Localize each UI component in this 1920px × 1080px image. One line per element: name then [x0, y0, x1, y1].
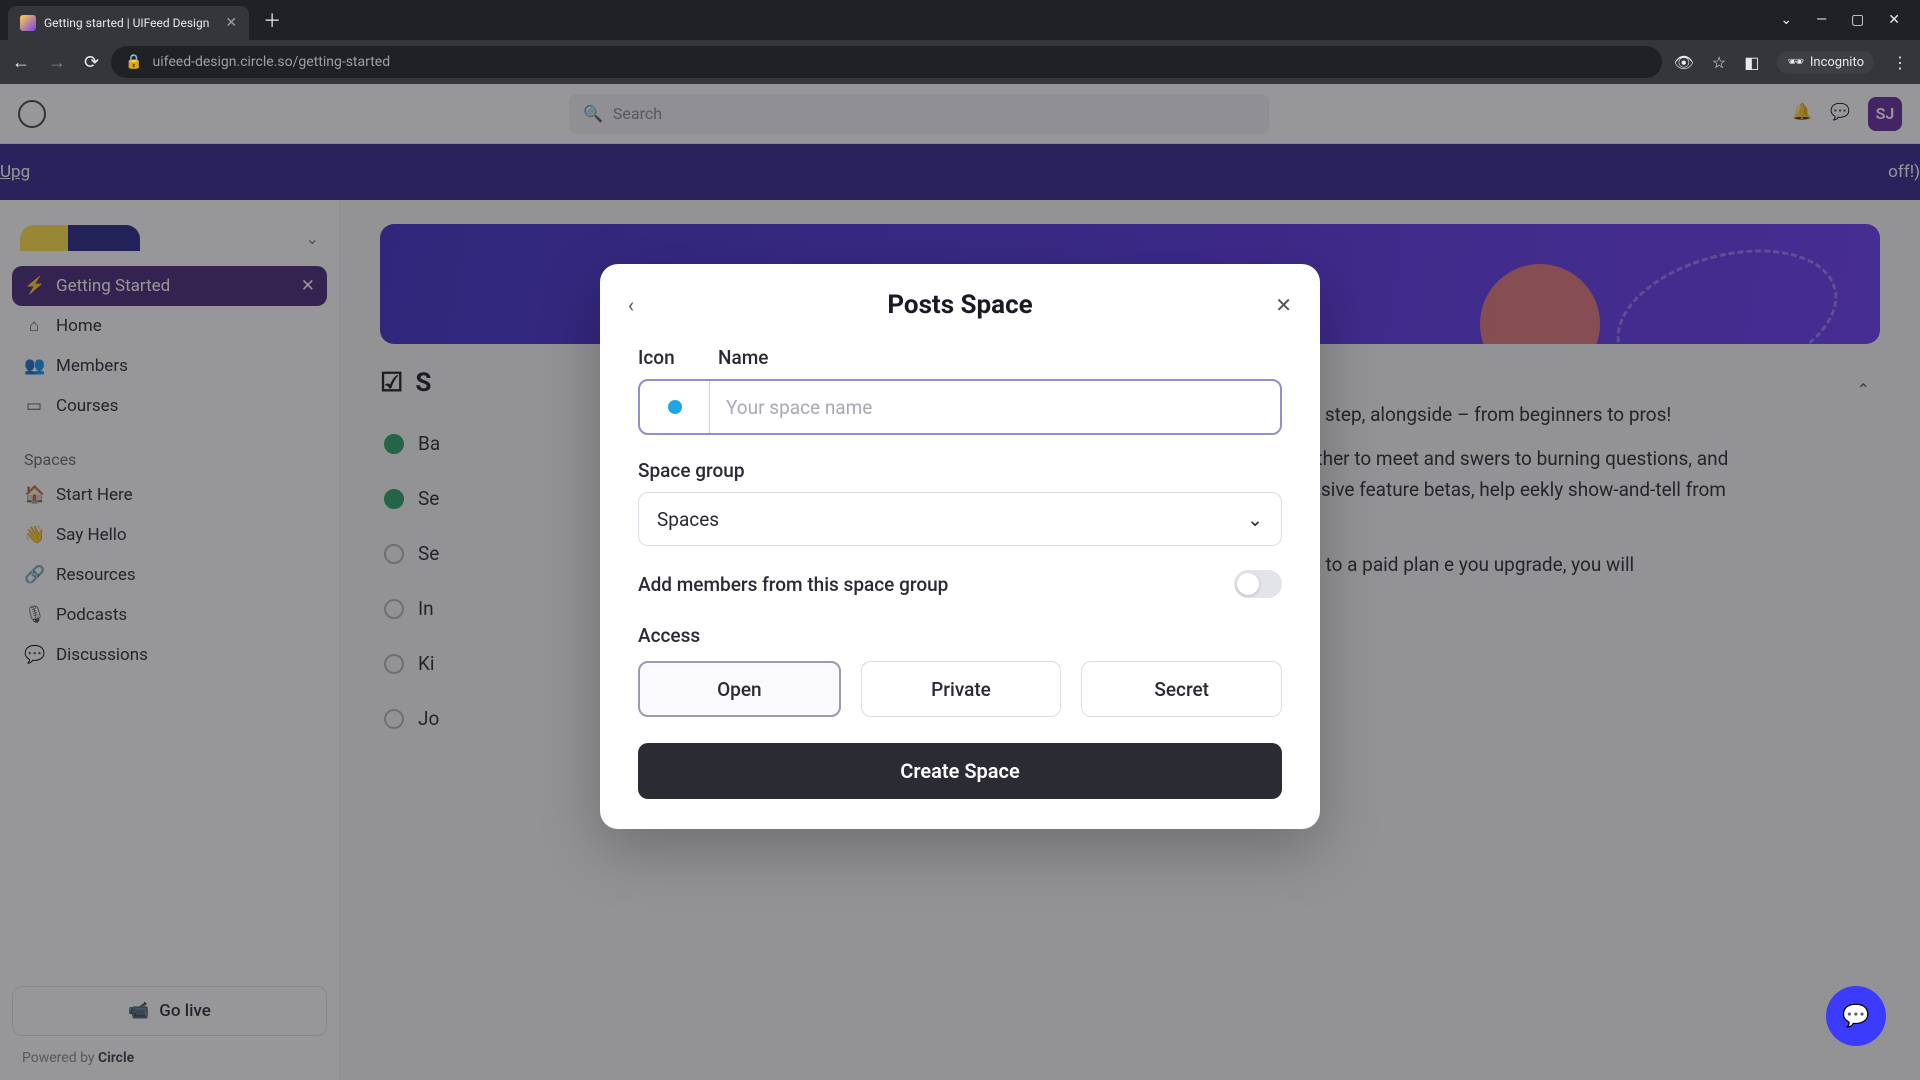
access-option-private[interactable]: Private: [861, 661, 1062, 717]
tab-favicon: [20, 15, 36, 31]
create-space-button[interactable]: Create Space: [638, 743, 1282, 799]
incognito-label: Incognito: [1810, 55, 1864, 70]
back-icon[interactable]: ←: [12, 52, 30, 73]
access-option-secret[interactable]: Secret: [1081, 661, 1282, 717]
name-field-label: Name: [718, 346, 768, 369]
tab-close-icon[interactable]: ✕: [225, 15, 237, 31]
access-label: Access: [638, 624, 1282, 647]
maximize-icon[interactable]: ▢: [1851, 12, 1864, 28]
tabs-dropdown-icon[interactable]: ⌄: [1780, 12, 1792, 28]
modal-title: Posts Space: [887, 290, 1032, 320]
access-option-open[interactable]: Open: [638, 661, 841, 717]
reload-icon[interactable]: ⟳: [84, 52, 99, 73]
minimize-icon[interactable]: ―: [1816, 12, 1827, 28]
chat-bubble-icon: 💬: [1842, 1004, 1869, 1029]
tab-title: Getting started | UIFeed Design: [44, 16, 209, 30]
incognito-icon: 🕶: [1787, 55, 1804, 70]
side-panel-icon[interactable]: ◧: [1744, 53, 1759, 72]
dot-icon: [668, 400, 682, 414]
window-controls: ⌄ ― ▢ ✕: [1780, 12, 1920, 28]
select-value: Spaces: [657, 508, 719, 531]
add-members-label: Add members from this space group: [638, 573, 948, 596]
url-text: uifeed-design.circle.so/getting-started: [153, 54, 391, 70]
space-icon-picker[interactable]: [640, 381, 710, 433]
close-icon[interactable]: ✕: [1275, 293, 1292, 317]
browser-toolbar: ← → ⟳ 🔒 uifeed-design.circle.so/getting-…: [0, 40, 1920, 84]
new-tab-button[interactable]: ＋: [263, 7, 281, 33]
eye-off-icon[interactable]: 👁: [1674, 53, 1694, 72]
space-name-input[interactable]: [710, 381, 1280, 433]
chevron-down-icon: ⌄: [1247, 508, 1263, 531]
add-members-toggle[interactable]: [1234, 570, 1282, 598]
close-window-icon[interactable]: ✕: [1888, 12, 1900, 28]
space-group-label: Space group: [638, 459, 1282, 482]
support-chat-fab[interactable]: 💬: [1826, 986, 1886, 1046]
lock-icon: 🔒: [125, 54, 142, 70]
back-icon[interactable]: ‹: [628, 293, 634, 317]
create-space-modal: ‹ Posts Space ✕ Icon Name Space group Sp…: [600, 264, 1320, 829]
incognito-badge[interactable]: 🕶 Incognito: [1777, 51, 1874, 74]
browser-tab[interactable]: Getting started | UIFeed Design ✕: [8, 6, 249, 40]
kebab-menu-icon[interactable]: ⋮: [1892, 53, 1908, 72]
browser-tab-strip: Getting started | UIFeed Design ✕ ＋ ⌄ ― …: [0, 0, 1920, 40]
space-group-select[interactable]: Spaces ⌄: [638, 492, 1282, 546]
address-bar[interactable]: 🔒 uifeed-design.circle.so/getting-starte…: [111, 46, 1661, 78]
bookmark-star-icon[interactable]: ☆: [1712, 53, 1726, 72]
forward-icon[interactable]: →: [48, 52, 66, 73]
icon-field-label: Icon: [638, 346, 688, 369]
